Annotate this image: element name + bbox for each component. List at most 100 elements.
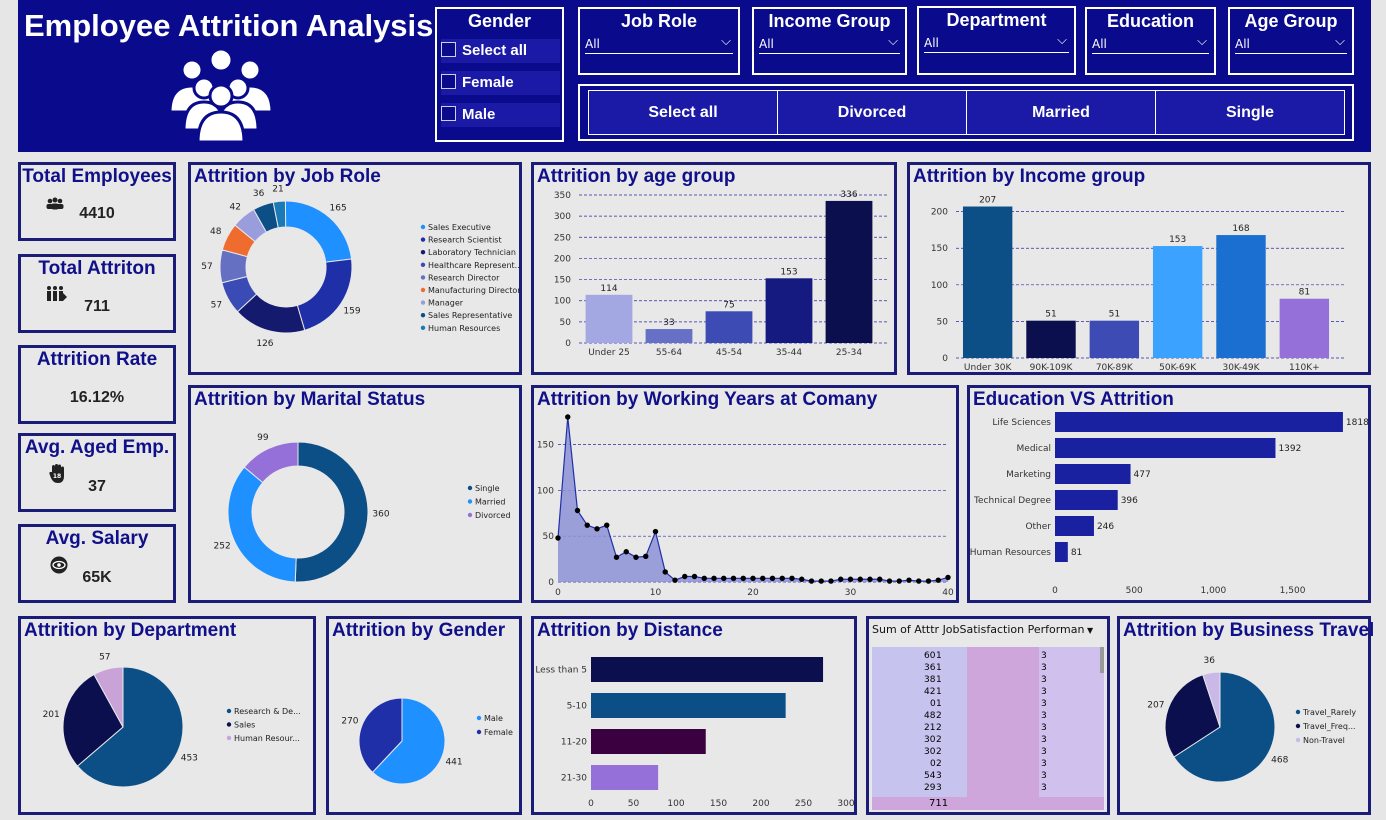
- age-bar: [705, 311, 753, 343]
- marital-option-married[interactable]: Married: [966, 90, 1156, 135]
- chevron-down-icon: ⌵: [721, 34, 731, 49]
- department-pie-chart: 453 201 57 Research & De... Sales Human Resou…: [43, 652, 301, 788]
- job_role-data-label: 48: [210, 227, 222, 237]
- age-data-label: 153: [780, 267, 797, 277]
- card-gender: Attrition by Gender 441 270 Male Female: [326, 616, 522, 815]
- x-tick-label: 20: [747, 588, 759, 598]
- chevron-down-icon: ⌵: [1335, 34, 1345, 49]
- x-tick-label: 30: [845, 588, 857, 598]
- income-bar: [1216, 235, 1266, 358]
- marital-data-label: 252: [214, 542, 231, 552]
- age-group-slicer: Age Group All ⌵: [1228, 7, 1354, 75]
- chart-title: Attrition by Job Role: [194, 166, 381, 187]
- kpi-average-age: Avg. Aged Emp. 18 37: [18, 433, 176, 512]
- marital-status-donut-chart: 360 252 99 Single Married Divorced: [214, 433, 511, 583]
- age-bar: [585, 294, 633, 343]
- marital-status-slicer: Select all Divorced Married Single: [578, 84, 1354, 141]
- table-cell-job-satisfaction: 1: [936, 699, 942, 709]
- legend-marker: [420, 262, 426, 267]
- kpi-value: 711: [84, 298, 110, 315]
- y-tick-label: 200: [554, 254, 571, 264]
- x-tick-label: 55-64: [656, 348, 682, 358]
- years-point: [604, 522, 610, 528]
- x-tick-label: 250: [795, 799, 812, 809]
- income-group-dropdown[interactable]: All ⌵: [759, 34, 900, 54]
- income-bar: [1026, 320, 1076, 358]
- gender-option-female[interactable]: Female: [441, 71, 560, 95]
- checkbox-icon[interactable]: [441, 106, 456, 121]
- x-tick-label: 10: [650, 588, 662, 598]
- legend-label: Research Scientist: [428, 236, 502, 245]
- table-total-row: 711: [872, 797, 1104, 810]
- chart-title: Attrition by Business Travel: [1123, 620, 1375, 641]
- chart-title: Attrition by Marital Status: [194, 389, 426, 410]
- x-tick-label: 500: [1126, 586, 1143, 596]
- marital-option-single[interactable]: Single: [1155, 90, 1345, 135]
- legend-label: Non-Travel: [1303, 736, 1345, 745]
- gender-option-male[interactable]: Male: [441, 103, 560, 127]
- legend-label: Manufacturing Director: [428, 286, 519, 295]
- age-group-dropdown[interactable]: All ⌵: [1235, 34, 1347, 54]
- table-header-performance[interactable]: Performan: [1028, 623, 1085, 636]
- table-cell-sum: 0: [930, 759, 936, 769]
- gender-option-select-all[interactable]: Select all: [441, 39, 560, 63]
- department-dropdown[interactable]: All ⌵: [924, 33, 1069, 53]
- education-dropdown[interactable]: All ⌵: [1092, 35, 1209, 54]
- education-data-label: 396: [1121, 496, 1138, 506]
- y-tick-label: 200: [931, 208, 948, 218]
- years-point: [721, 575, 727, 582]
- table-row: 38 1 3: [872, 675, 1104, 686]
- y-tick-label: 50: [937, 317, 949, 327]
- kpi-value: 16.12%: [69, 389, 125, 406]
- legend-label: Human Resources: [428, 324, 500, 333]
- y-tick-label: Marketing: [1006, 470, 1051, 480]
- years-point: [555, 535, 561, 541]
- distance-bar: [591, 657, 824, 682]
- y-tick-label: 0: [942, 354, 948, 364]
- table-cell-sum: 60: [924, 651, 936, 661]
- working-years-area-chart: 0 50 100 150 0 10 20 30 40: [537, 414, 954, 598]
- income-data-label: 51: [1109, 310, 1120, 320]
- table-cell-job-satisfaction: 1: [936, 663, 942, 673]
- y-tick-label: 0: [548, 578, 554, 588]
- table-header-sum[interactable]: Sum of Atttr: [872, 623, 939, 636]
- chart-title: Attrition by Working Years at Comany: [537, 389, 878, 410]
- years-point: [925, 578, 932, 584]
- years-point: [828, 578, 834, 584]
- kpi-label: Avg. Salary: [45, 528, 149, 549]
- job_role-data-label: 126: [256, 339, 273, 349]
- marital-option-select-all[interactable]: Select all: [588, 90, 778, 135]
- years-point: [701, 575, 707, 582]
- chevron-down-icon: ⌵: [888, 34, 898, 49]
- legend-marker: [467, 512, 473, 518]
- marital-option-divorced[interactable]: Divorced: [777, 90, 967, 135]
- table-cell-sum: 30: [924, 735, 936, 745]
- table-scrollbar[interactable]: [1100, 647, 1104, 673]
- table-header-job-satisfaction[interactable]: JobSatisfaction: [943, 623, 1025, 636]
- legend-marker: [420, 300, 426, 305]
- distance-bar: [591, 729, 706, 754]
- chart-title: Attrition by Distance: [537, 620, 723, 641]
- table-cell-performance: 3: [1041, 687, 1047, 697]
- checkbox-icon[interactable]: [441, 74, 456, 89]
- department-data-label: 201: [43, 710, 60, 720]
- job-role-dropdown[interactable]: All ⌵: [585, 34, 733, 54]
- legend-label: Sales Representative: [428, 311, 512, 320]
- checkbox-icon[interactable]: [441, 42, 456, 57]
- chevron-down-icon: ⌵: [1057, 33, 1067, 48]
- table-row: 36 1 3: [872, 663, 1104, 674]
- years-point: [808, 578, 815, 584]
- education-bar: [1055, 490, 1118, 510]
- age-data-label: 33: [663, 318, 674, 328]
- sort-desc-icon[interactable]: ▼: [1084, 626, 1093, 635]
- x-tick-label: 0: [588, 799, 594, 809]
- table-cell-performance: 3: [1041, 759, 1047, 769]
- y-tick-label: Human Resources: [970, 548, 1051, 558]
- y-tick-label: 300: [554, 212, 571, 222]
- table-row: 60 1 3: [872, 651, 1104, 662]
- table-row: 30 2 3: [872, 735, 1104, 746]
- y-tick-label: 0: [565, 339, 571, 349]
- distance-bar-chart: Less than 5 5-10 11-20 21-30 0 50 100 150 200 250…: [535, 657, 855, 809]
- years-point: [818, 578, 824, 584]
- table-header: Sum of Atttr JobSatisfaction Performan ▼: [872, 622, 1104, 638]
